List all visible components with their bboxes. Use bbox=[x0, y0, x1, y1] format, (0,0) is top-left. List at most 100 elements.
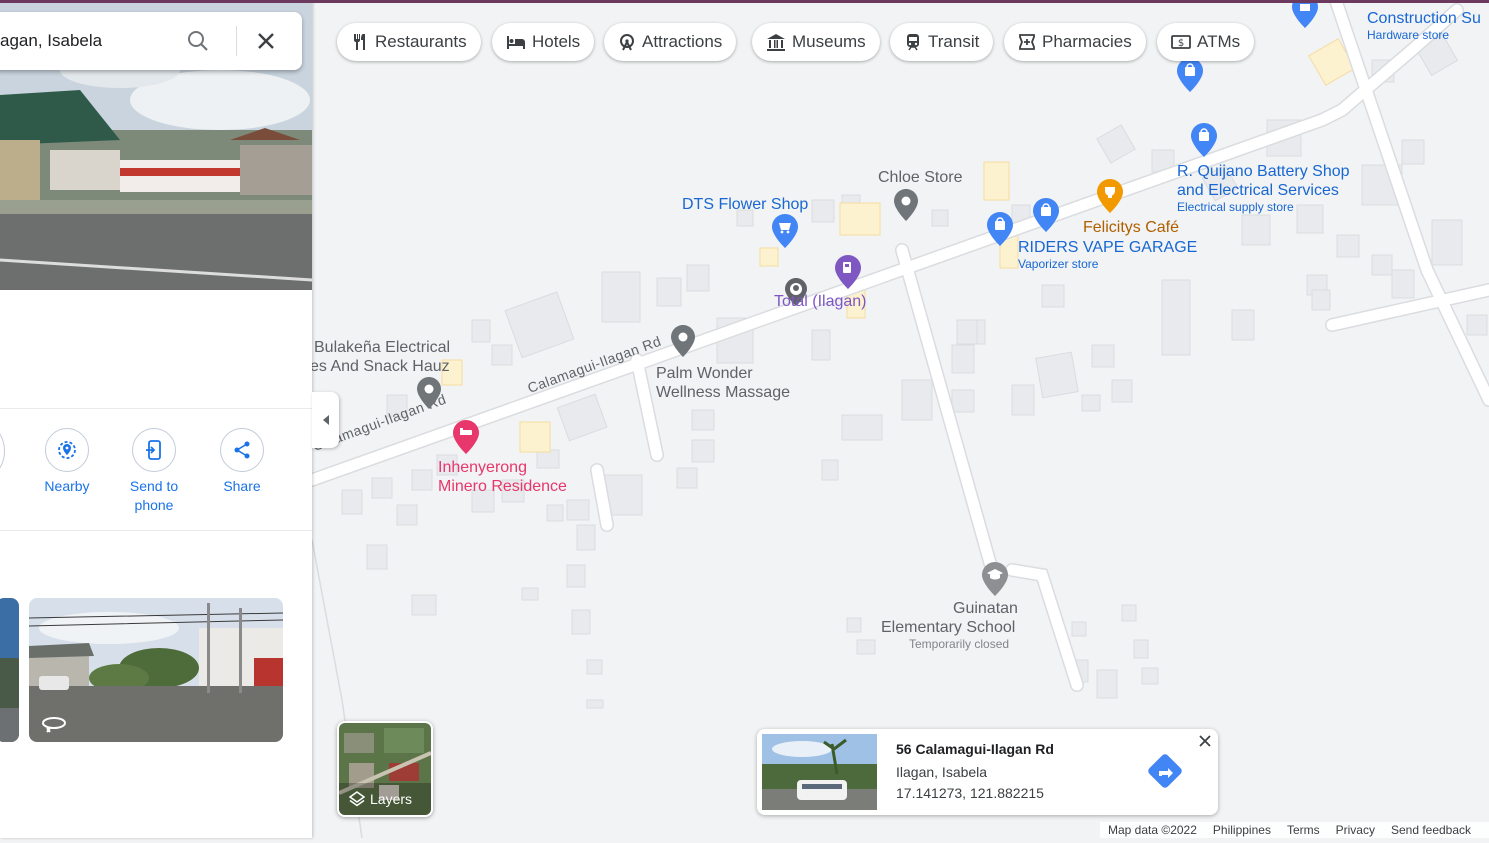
poi-category-hardware: Hardware store bbox=[1367, 28, 1450, 42]
atm-icon: $ bbox=[1171, 35, 1191, 49]
layers-icon bbox=[349, 791, 365, 807]
train-icon bbox=[907, 34, 919, 51]
nearby-button[interactable]: Nearby bbox=[27, 428, 107, 496]
location-info-card[interactable]: 56 Calamagui-Ilagan Rd Ilagan, Isabela 1… bbox=[757, 729, 1218, 815]
poi-label-minero[interactable]: Minero Residence bbox=[438, 477, 567, 496]
chip-label: Transit bbox=[928, 32, 980, 51]
chip-label: Museums bbox=[792, 32, 866, 51]
send-to-phone-label: Send to phone bbox=[129, 478, 179, 513]
museum-icon bbox=[767, 34, 785, 51]
chip-label: Restaurants bbox=[375, 32, 467, 51]
school-pin-icon[interactable] bbox=[982, 562, 1008, 596]
privacy-link[interactable]: Privacy bbox=[1336, 823, 1375, 837]
hardware-pin-icon[interactable] bbox=[1292, 0, 1318, 28]
photo-thumbnail[interactable] bbox=[0, 598, 19, 742]
photo-thumbnail-image bbox=[0, 598, 19, 742]
map-pin-icon[interactable] bbox=[671, 325, 695, 357]
poi-category-vaporizer: Vaporizer store bbox=[1018, 257, 1099, 271]
chevron-left-icon bbox=[322, 415, 329, 425]
chip-attractions[interactable]: Attractions bbox=[604, 23, 737, 61]
chip-atms[interactable]: $ ATMs bbox=[1157, 23, 1255, 61]
street-view-thumbnail[interactable] bbox=[29, 598, 283, 742]
poi-label-snack[interactable]: es And Snack Hauz bbox=[310, 357, 450, 376]
chip-label: ATMs bbox=[1197, 32, 1241, 51]
layers-button[interactable]: Layers bbox=[337, 721, 433, 817]
nearby-icon-circle bbox=[45, 428, 89, 472]
close-card-icon[interactable] bbox=[1197, 733, 1213, 749]
send-to-phone-icon-circle bbox=[132, 428, 176, 472]
place-details-panel: agan, Isabela Nearby Send to phone Share bbox=[0, 0, 312, 838]
map-pin-icon[interactable] bbox=[417, 377, 441, 409]
shopping-bag-pin-icon[interactable] bbox=[987, 212, 1013, 246]
poi-label-palm-wonder[interactable]: Palm Wonder bbox=[656, 364, 753, 383]
poi-label-felicitys-cafe[interactable]: Felicitys Café bbox=[1083, 218, 1179, 237]
poi-label-wellness-massage[interactable]: Wellness Massage bbox=[656, 383, 790, 402]
searchbox-divider bbox=[236, 26, 237, 56]
share-icon-circle bbox=[220, 428, 264, 472]
terms-link[interactable]: Terms bbox=[1287, 823, 1320, 837]
shopping-bag-pin-icon[interactable] bbox=[1033, 198, 1059, 232]
nearby-icon bbox=[58, 441, 76, 459]
map-data-attribution: Map data ©2022 bbox=[1108, 823, 1197, 837]
location-locality: Ilagan, Isabela bbox=[896, 764, 988, 780]
bed-icon bbox=[507, 36, 525, 49]
share-icon bbox=[234, 441, 250, 459]
chip-label: Pharmacies bbox=[1042, 32, 1132, 51]
map-pin-icon[interactable] bbox=[894, 189, 918, 221]
poi-label-bulakena[interactable]: Bulakeña Electrical bbox=[314, 338, 450, 357]
poi-label-electrical-services[interactable]: and Electrical Services bbox=[1177, 181, 1339, 200]
nearby-label: Nearby bbox=[44, 478, 90, 494]
divider bbox=[0, 408, 312, 409]
street-view-image bbox=[29, 598, 283, 742]
shopping-bag-pin-icon[interactable] bbox=[1177, 58, 1203, 92]
pharmacy-icon bbox=[1019, 34, 1035, 50]
poi-label-r-quijano-battery-shop[interactable]: R. Quijano Battery Shop bbox=[1177, 162, 1350, 181]
search-query-text: agan, Isabela bbox=[0, 31, 103, 50]
fork-knife-icon bbox=[354, 34, 365, 50]
layers-label: Layers bbox=[370, 791, 413, 807]
close-icon[interactable] bbox=[254, 29, 278, 53]
country-link[interactable]: Philippines bbox=[1213, 823, 1271, 837]
poi-label-inhenyerong[interactable]: Inhenyerong bbox=[438, 458, 527, 477]
cafe-pin-icon[interactable] bbox=[1097, 179, 1123, 213]
poi-label-total[interactable]: Total (Ilagan) bbox=[774, 292, 867, 311]
gas-station-pin-icon[interactable] bbox=[835, 255, 861, 289]
poi-label-guinatan[interactable]: Guinatan bbox=[953, 599, 1018, 618]
location-coordinates: 17.141273, 121.882215 bbox=[896, 785, 1044, 801]
send-to-phone-icon bbox=[146, 440, 161, 460]
chip-pharmacies[interactable]: Pharmacies bbox=[1004, 23, 1146, 61]
share-label: Share bbox=[223, 478, 261, 494]
location-thumbnail[interactable] bbox=[762, 734, 877, 810]
shopping-pin-icon[interactable] bbox=[772, 214, 798, 248]
search-box[interactable]: agan, Isabela bbox=[0, 12, 302, 70]
shopping-bag-pin-icon[interactable] bbox=[1191, 123, 1217, 157]
layers-label-group: Layers bbox=[349, 791, 412, 807]
partial-action-button[interactable] bbox=[0, 428, 5, 474]
share-button[interactable]: Share bbox=[202, 428, 282, 496]
poi-label-chloe-store[interactable]: Chloe Store bbox=[878, 168, 963, 187]
poi-category-electrical-supply: Electrical supply store bbox=[1177, 200, 1294, 214]
chip-hotels[interactable]: Hotels bbox=[492, 23, 595, 61]
directions-icon[interactable] bbox=[1147, 753, 1183, 789]
street-view-360-icon bbox=[42, 717, 66, 733]
hotel-pin-icon[interactable] bbox=[453, 420, 479, 454]
chip-restaurants[interactable]: Restaurants bbox=[337, 23, 481, 61]
collapse-panel-button[interactable] bbox=[312, 392, 339, 448]
send-to-phone-button[interactable]: Send to phone bbox=[114, 428, 194, 515]
window-top-border bbox=[0, 0, 1489, 3]
chip-label: Attractions bbox=[642, 32, 723, 51]
poi-label-dts-flower-shop[interactable]: DTS Flower Shop bbox=[682, 195, 808, 214]
chip-transit[interactable]: Transit bbox=[890, 23, 994, 61]
search-icon[interactable] bbox=[186, 29, 210, 53]
chip-museums[interactable]: Museums bbox=[752, 23, 880, 61]
poi-label-construction-supply[interactable]: Construction Su bbox=[1367, 9, 1481, 28]
poi-label-riders-vape-garage[interactable]: RIDERS VAPE GARAGE bbox=[1018, 238, 1197, 257]
chip-label: Hotels bbox=[532, 32, 581, 51]
map-canvas[interactable]: Calamagui-Ilagan Rd Calamagui-Ilagan Rd … bbox=[305, 0, 1489, 839]
send-feedback-link[interactable]: Send feedback bbox=[1391, 823, 1471, 837]
ferris-wheel-icon bbox=[620, 34, 634, 51]
poi-label-elementary-school[interactable]: Elementary School bbox=[881, 618, 1015, 637]
divider bbox=[0, 530, 312, 531]
svg-text:$: $ bbox=[1178, 38, 1184, 49]
poi-status-temporarily-closed: Temporarily closed bbox=[909, 637, 1010, 651]
